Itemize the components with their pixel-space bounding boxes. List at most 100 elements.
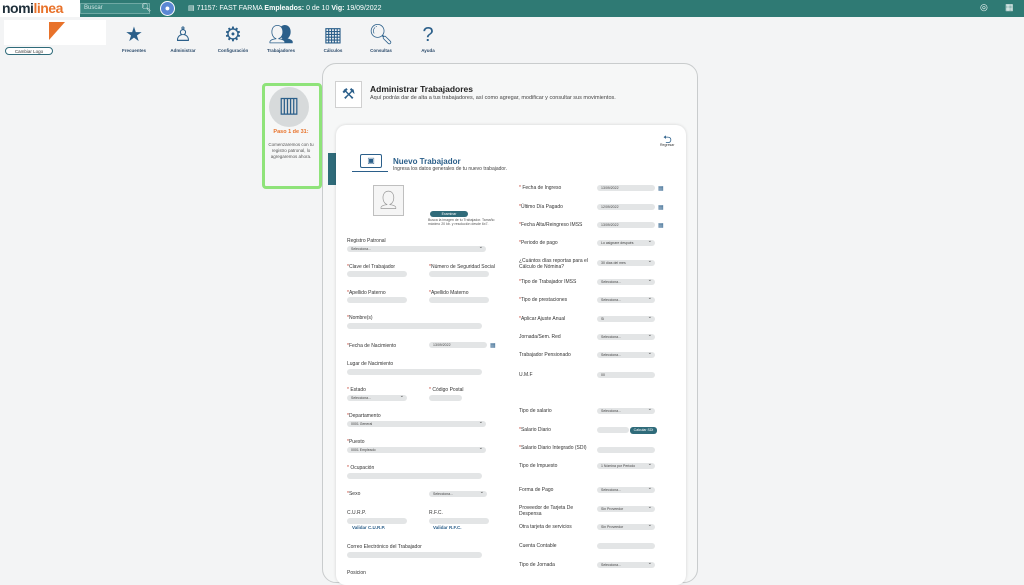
support-icon[interactable]: ◎ xyxy=(980,2,988,13)
otra-tarjeta-select[interactable]: Sin Proveedor xyxy=(597,522,655,530)
cuenta-contable-label: Cuenta Contable xyxy=(519,543,557,549)
codigo-postal-label: * Código Postal xyxy=(429,387,464,393)
estado-select[interactable]: Selecciona... xyxy=(347,393,407,401)
toolbar-calculos[interactable]: ▦ Cálculos xyxy=(308,23,358,53)
validar-rfc-link[interactable]: Validar R.F.C. xyxy=(433,525,462,530)
back-label[interactable]: Regresar xyxy=(660,143,674,147)
search-icon[interactable]: 🔍︎ xyxy=(141,2,151,14)
validar-curp-link[interactable]: Validar C.U.R.P. xyxy=(352,525,385,530)
toolbar-administrar[interactable]: ♙ Administrar xyxy=(158,23,208,53)
nombre-input[interactable] xyxy=(347,323,482,329)
jornada-select[interactable]: Selecciona... xyxy=(597,332,655,340)
umf-label: U.M.F xyxy=(519,372,533,378)
proveedor-select[interactable]: Sin Proveedor xyxy=(597,504,655,512)
rfc-input[interactable] xyxy=(429,518,489,524)
logo-arrow-icon xyxy=(49,22,65,40)
company-icon: ▤ xyxy=(188,5,195,12)
toolbar-label: Trabajadores xyxy=(266,48,295,53)
toolbar-label: Frecuentes xyxy=(121,48,146,53)
ocupacion-input[interactable] xyxy=(347,473,482,479)
search-icon: 🔍︎ xyxy=(368,24,394,46)
sexo-select[interactable]: Selecciona... xyxy=(429,489,487,497)
dias-reporta-select[interactable]: 30 días del mes xyxy=(597,258,655,266)
sdi-input[interactable] xyxy=(597,447,655,453)
curp-input[interactable] xyxy=(347,518,407,524)
toolbar-frecuentes[interactable]: ★ Frecuentes xyxy=(109,23,159,53)
pensionado-select[interactable]: Selecciona... xyxy=(597,350,655,358)
toolbar-configuracion[interactable]: ⚙ Configuración xyxy=(208,23,258,53)
codigo-postal-input[interactable] xyxy=(429,395,462,401)
tipo-impuesto-select[interactable]: 1 Nómina por Periodo xyxy=(597,461,655,469)
otra-tarjeta-label: Otra tarjeta de servicios xyxy=(519,524,572,530)
browse-help-text: Busca la imagen de tu Trabajador. Tamaño… xyxy=(428,218,495,226)
clave-input[interactable] xyxy=(347,271,407,277)
toolbar-label: Ayuda xyxy=(421,48,435,53)
search-input[interactable]: Buscar xyxy=(80,3,150,14)
clave-label: *Clave del Trabajador xyxy=(347,264,396,270)
tie-icon: ♙ xyxy=(174,24,192,46)
fecha-alta-input[interactable]: 13/09/2022 xyxy=(597,222,655,228)
salario-diario-label: *Salario Diario xyxy=(519,427,551,433)
lugar-nacimiento-input[interactable] xyxy=(347,369,482,375)
ocupacion-label: * Ocupación xyxy=(347,465,375,471)
dias-reporta-label: ¿Cuántos días reportas para el Cálculo d… xyxy=(519,258,588,270)
admin-workers-icon: ⚒ xyxy=(335,81,362,108)
registro-patronal-select[interactable]: Selecciona... xyxy=(347,244,486,252)
ajuste-anual-select[interactable]: Si xyxy=(597,314,655,322)
step-title: Paso 1 de 31: xyxy=(273,129,309,135)
fecha-nacimiento-label: *Fecha de Nacimiento xyxy=(347,343,397,349)
gear-icon: ⚙ xyxy=(224,24,242,46)
forma-pago-select[interactable]: Selecciona... xyxy=(597,485,655,493)
correo-label: Correo Electrónico del Trabajador xyxy=(347,544,422,550)
umf-input[interactable]: 00 xyxy=(597,372,655,378)
rfc-label: R.F.C. xyxy=(429,510,443,516)
apellido-materno-input[interactable] xyxy=(429,297,489,303)
nomilinea-logo[interactable]: nomilinea xyxy=(0,0,80,17)
nss-input[interactable] xyxy=(429,271,489,277)
change-logo-button[interactable]: Cambiar Logo xyxy=(5,47,53,55)
departamento-label: *Departamento xyxy=(347,413,381,419)
cuenta-contable-input[interactable] xyxy=(597,543,655,549)
sdi-label: *Salario Diario Integrado (SDI) xyxy=(519,445,587,451)
apps-grid-icon[interactable]: ▦ xyxy=(1005,2,1014,13)
proveedor-label: Proveedor de Tarjeta De Despensa xyxy=(519,505,574,517)
vig-value: 19/09/2022 xyxy=(346,5,382,12)
tipo-trabajador-select[interactable]: Selecciona... xyxy=(597,277,655,285)
puesto-label: *Puesto xyxy=(347,439,365,445)
browse-photo-button[interactable]: Examinar xyxy=(430,211,468,217)
calendar-icon[interactable]: ▦ xyxy=(658,185,666,193)
tipo-prestaciones-select[interactable]: Selecciona... xyxy=(597,295,655,303)
curp-label: C.U.R.P. xyxy=(347,510,367,516)
employees-label: Empleados: xyxy=(264,5,305,12)
calendar-icon[interactable]: ▦ xyxy=(490,342,498,350)
fecha-nacimiento-input[interactable]: 13/09/2022 xyxy=(429,342,487,348)
tipo-salario-select[interactable]: Selecciona... xyxy=(597,406,655,414)
toolbar-label: Consultas xyxy=(370,48,392,53)
apellido-materno-label: *Apellido Materno xyxy=(429,290,469,296)
departamento-select[interactable]: 0001 General xyxy=(347,419,486,427)
correo-input[interactable] xyxy=(347,552,482,558)
worker-photo-placeholder: 👤︎ xyxy=(373,185,404,216)
puesto-select[interactable]: 0001 Empleado xyxy=(347,445,486,453)
toolbar-trabajadores[interactable]: 👥︎ Trabajadores xyxy=(256,23,306,53)
apellido-paterno-input[interactable] xyxy=(347,297,407,303)
user-avatar-icon[interactable]: ● xyxy=(160,1,175,16)
fecha-ingreso-input[interactable]: 13/09/2022 xyxy=(597,185,655,191)
ultimo-dia-label: *Último Día Pagado xyxy=(519,204,563,210)
workers-icon: 👥︎ xyxy=(268,24,294,46)
toolbar-ayuda[interactable]: ? Ayuda xyxy=(403,23,453,53)
ultimo-dia-input[interactable]: 12/09/2022 xyxy=(597,204,655,210)
calendar-icon[interactable]: ▦ xyxy=(658,222,666,230)
nombre-label: *Nombre(s) xyxy=(347,315,373,321)
calcular-sdi-button[interactable]: Calcular SDI xyxy=(630,427,657,434)
toolbar-label: Cálculos xyxy=(323,48,343,53)
toolbar-consultas[interactable]: 🔍︎ Consultas xyxy=(356,23,406,53)
salario-diario-input[interactable] xyxy=(597,427,629,433)
employees-value: 0 de 10 xyxy=(306,5,330,12)
periodo-pago-select[interactable]: Lo asignare después xyxy=(597,238,655,246)
calendar-icon[interactable]: ▦ xyxy=(658,204,666,212)
lugar-nacimiento-label: Lugar de Nacimiento xyxy=(347,361,394,367)
back-arrow-icon[interactable]: ⮌ xyxy=(663,131,672,150)
page-subtitle: Aquí podrás dar de alta a tus trabajador… xyxy=(370,95,616,101)
tipo-jornada-select[interactable]: Selecciona... xyxy=(597,560,655,568)
